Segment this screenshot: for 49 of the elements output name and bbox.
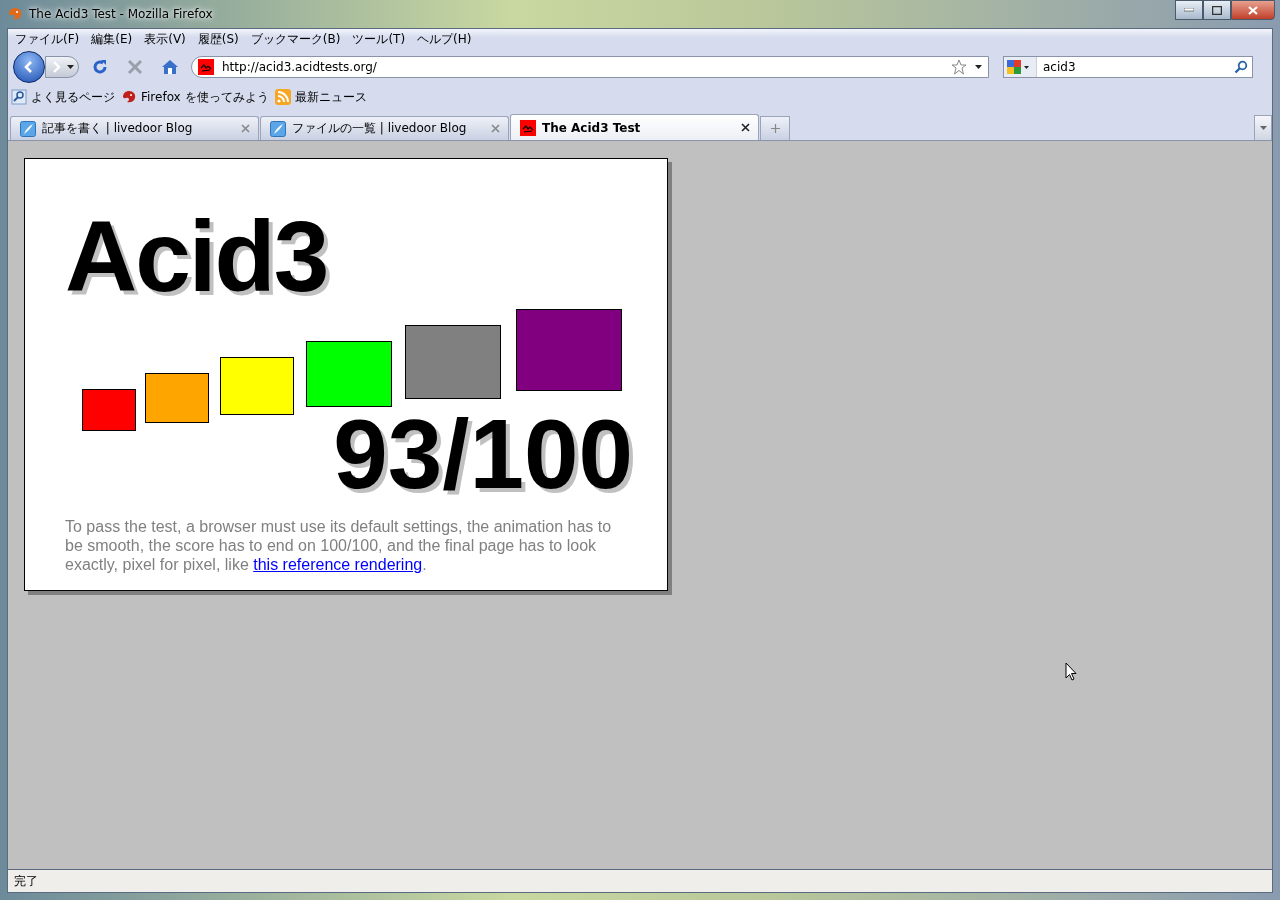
caret-icon[interactable] bbox=[1024, 65, 1029, 69]
maximize-button[interactable] bbox=[1203, 0, 1231, 20]
menu-item[interactable]: 編集(E) bbox=[86, 30, 138, 49]
feather-icon bbox=[20, 120, 36, 137]
browser-tab[interactable]: The Acid3 Test bbox=[510, 114, 759, 140]
home-icon[interactable] bbox=[161, 59, 179, 75]
minimize-button[interactable] bbox=[1175, 0, 1203, 20]
address-field[interactable]: http://acid3.acidtests.org/ bbox=[191, 56, 989, 78]
caret-icon bbox=[67, 65, 74, 69]
reference-link[interactable]: this reference rendering bbox=[253, 556, 423, 573]
back-button[interactable] bbox=[13, 51, 45, 83]
caret-icon bbox=[1259, 126, 1267, 130]
score-text: 93/100 bbox=[333, 411, 633, 497]
feed-icon bbox=[274, 89, 291, 105]
bookmark-item[interactable]: Firefox を使ってみよう bbox=[121, 88, 269, 106]
search-icon[interactable] bbox=[1234, 60, 1248, 74]
maximize-icon bbox=[1212, 5, 1222, 15]
minimize-icon bbox=[1184, 8, 1194, 12]
bookmark-item[interactable]: 最新ニュース bbox=[274, 88, 367, 106]
reload-icon[interactable] bbox=[91, 58, 109, 76]
status-text: 完了 bbox=[14, 872, 38, 890]
mouse-pointer-icon bbox=[1065, 662, 1077, 681]
close-icon[interactable] bbox=[741, 123, 750, 132]
tab-list-button[interactable] bbox=[1254, 115, 1272, 140]
plus-icon bbox=[770, 124, 780, 133]
menu-item[interactable]: ツール(T) bbox=[347, 30, 411, 49]
acid-favicon-icon bbox=[520, 119, 536, 136]
menu-item[interactable]: 履歴(S) bbox=[192, 30, 244, 49]
menu-item[interactable]: 表示(V) bbox=[139, 30, 191, 49]
caret-icon[interactable] bbox=[975, 65, 982, 69]
bookmark-item[interactable]: よく見るページ bbox=[11, 88, 115, 106]
browser-tab[interactable]: ファイルの一覧 | livedoor Blog bbox=[260, 116, 509, 140]
new-tab-button[interactable] bbox=[760, 116, 790, 140]
menu-item[interactable]: ブックマーク(B) bbox=[245, 30, 346, 49]
search-engine-icon[interactable] bbox=[1006, 59, 1022, 75]
close-icon bbox=[1248, 5, 1258, 15]
magnifier-page-icon bbox=[11, 89, 27, 105]
close-button[interactable] bbox=[1231, 0, 1275, 20]
instructions-text: To pass the test, a browser must use its default settings, the animation has to be smooth, the score has to end on 100/100, and the final page has to look exactly, pixel for pixel, like this reference rendering. bbox=[65, 517, 613, 574]
menu-item[interactable]: ヘルプ(H) bbox=[412, 30, 477, 49]
star-icon[interactable] bbox=[951, 59, 967, 75]
search-field[interactable]: acid3 bbox=[1003, 56, 1253, 78]
menu-item[interactable]: ファイル(F) bbox=[10, 30, 85, 49]
feather-icon bbox=[270, 120, 286, 137]
acid3-heading: Acid3 bbox=[65, 211, 328, 301]
acid-favicon-icon bbox=[198, 59, 214, 75]
window-title: The Acid3 Test - Mozilla Firefox bbox=[29, 7, 213, 21]
forward-button[interactable] bbox=[45, 56, 79, 78]
browser-tab[interactable]: 記事を書く | livedoor Blog bbox=[10, 116, 259, 140]
